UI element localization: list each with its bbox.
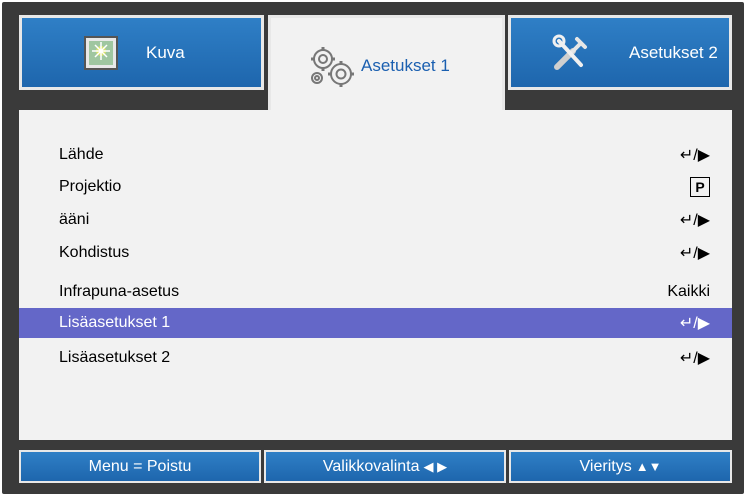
footer-select-hint: Valikkovalinta ◀ ▶ (264, 450, 506, 483)
footer-select-label: Valikkovalinta (322, 457, 420, 475)
tab-asetukset-1[interactable]: Asetukset 1 (268, 15, 505, 113)
footer-exit-hint: Menu = Poistu (19, 450, 261, 483)
projection-mode-value: P (690, 177, 710, 197)
footer-scroll-label: Vieritys (579, 457, 632, 475)
infrared-setting-value: Kaikki (667, 283, 710, 300)
menu-item-projektio[interactable]: Projektio P (19, 172, 732, 202)
menu-item-label: Lähde (59, 146, 104, 163)
menu-item-label: Lisäasetukset 2 (59, 349, 171, 366)
menu-item-aani[interactable]: ääni ↵/▶ (19, 205, 732, 235)
enter-right-icon: ↵/▶ (679, 315, 710, 332)
menu-item-label: Projektio (59, 178, 122, 195)
enter-right-icon: ↵/▶ (679, 245, 710, 262)
footer-scroll-hint: Vieritys ▲▼ (509, 450, 732, 483)
enter-right-icon: ↵/▶ (679, 212, 710, 229)
left-right-arrows-icon: ◀ ▶ (423, 458, 448, 474)
picture-icon (84, 35, 118, 70)
footer-exit-label: Menu = Poistu (88, 457, 192, 475)
gears-icon (307, 44, 357, 88)
tab-kuva[interactable]: Kuva (19, 15, 264, 90)
settings-panel: Lähde ↵/▶ Projektio P ääni ↵/▶ Kohdistus… (19, 110, 732, 440)
tab-asetukset-2[interactable]: Asetukset 2 (508, 15, 732, 90)
menu-item-kohdistus[interactable]: Kohdistus ↵/▶ (19, 238, 732, 268)
tab-asetukset-2-label: Asetukset 2 (629, 42, 718, 62)
tools-icon (551, 33, 591, 73)
menu-item-lahde[interactable]: Lähde ↵/▶ (19, 140, 732, 170)
enter-right-icon: ↵/▶ (679, 350, 710, 367)
menu-item-label: ääni (59, 211, 90, 228)
menu-item-label: Lisäasetukset 1 (59, 314, 171, 331)
up-down-arrows-icon: ▲▼ (635, 459, 662, 474)
menu-item-label: Infrapuna-asetus (59, 283, 180, 300)
tab-kuva-label: Kuva (146, 42, 185, 62)
tab-asetukset-1-label: Asetukset 1 (361, 55, 450, 75)
enter-right-icon: ↵/▶ (679, 147, 710, 164)
menu-item-infrapuna-asetus[interactable]: Infrapuna-asetus Kaikki (19, 277, 732, 307)
menu-item-lisaasetukset-1[interactable]: Lisäasetukset 1 ↵/▶ (19, 308, 732, 338)
menu-item-label: Kohdistus (59, 244, 130, 261)
menu-item-lisaasetukset-2[interactable]: Lisäasetukset 2 ↵/▶ (19, 343, 732, 373)
